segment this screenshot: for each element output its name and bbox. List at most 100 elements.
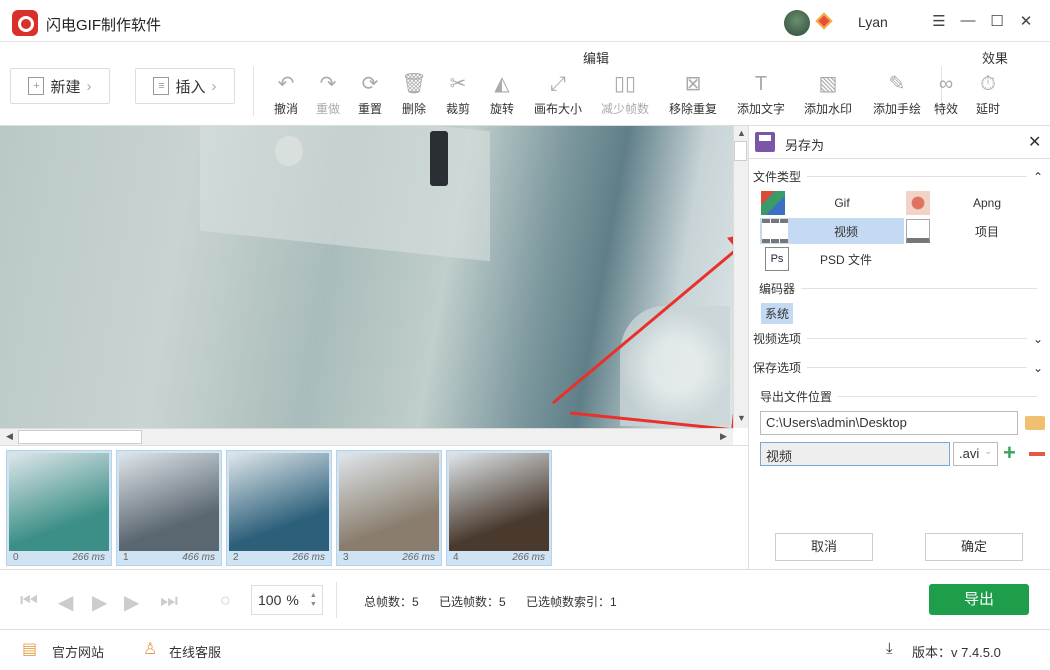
scroll-thumb[interactable] xyxy=(734,141,747,161)
tool-icon: ⊠ xyxy=(665,70,721,100)
effect-button[interactable]: ⏱延时 xyxy=(970,70,1006,117)
section-export-location: 导出文件位置 xyxy=(760,388,1043,405)
type-video[interactable]: 视频 xyxy=(760,218,904,244)
divider xyxy=(253,66,254,116)
minimize-button[interactable]: — xyxy=(958,12,978,29)
file-type-label: 文件类型 xyxy=(753,168,801,185)
maximize-button[interactable]: ☐ xyxy=(987,12,1007,30)
type-apng[interactable]: Apng xyxy=(894,190,1044,216)
panel-close-button[interactable]: ✕ xyxy=(1028,132,1041,152)
section-file-type[interactable]: 文件类型 ⌃ xyxy=(753,168,1043,185)
tool-label: 画布大小 xyxy=(530,100,586,117)
scroll-thumb[interactable] xyxy=(18,430,142,444)
support-link[interactable]: 在线客服 xyxy=(169,642,221,661)
filename-input[interactable]: 视频 xyxy=(760,442,950,466)
frame-image xyxy=(9,453,109,551)
support-icon: ♙ xyxy=(143,639,157,659)
last-frame-icon[interactable]: ⏭ xyxy=(160,590,178,613)
vertical-scrollbar[interactable]: ▲ ▼ xyxy=(733,126,748,428)
extension-value: .avi xyxy=(959,446,979,462)
tool-button[interactable]: T添加文字 xyxy=(733,70,789,117)
insert-label: 插入 xyxy=(175,76,205,97)
frame-thumbnail[interactable]: 3 266 ms xyxy=(336,450,442,566)
frame-duration: 266 ms xyxy=(402,552,435,563)
type-gif[interactable]: Gif xyxy=(749,190,899,216)
frame-index: 2 xyxy=(233,552,239,563)
previous-frame-icon[interactable]: ◀ xyxy=(58,590,73,615)
export-button[interactable]: 导出 xyxy=(929,584,1029,615)
effect-icon: ⏱ xyxy=(970,70,1006,100)
effect-button[interactable]: ∞特效 xyxy=(928,70,964,117)
folder-icon[interactable] xyxy=(1025,416,1045,430)
canvas-preview[interactable] xyxy=(0,126,733,428)
extension-select[interactable]: .avi⌄ xyxy=(953,442,998,466)
username[interactable]: Lyan xyxy=(858,14,888,30)
chevron-down-icon[interactable]: ⌄ xyxy=(1033,361,1043,375)
next-frame-icon[interactable]: ▶ xyxy=(124,590,139,615)
selected-index: 已选帧数索引：1 xyxy=(526,593,617,610)
gif-icon xyxy=(761,191,785,215)
add-icon[interactable]: + xyxy=(1003,440,1016,466)
cancel-button[interactable]: 取消 xyxy=(775,533,873,561)
frame-thumbnail[interactable]: 2266 ms xyxy=(226,450,332,566)
frame-thumbnail[interactable]: 4266 ms xyxy=(446,450,552,566)
frame-image xyxy=(339,453,439,551)
menu-icon[interactable]: ☰ xyxy=(929,12,949,30)
section-save-options[interactable]: 保存选项⌄ xyxy=(753,359,1043,376)
film-icon xyxy=(762,219,788,243)
tool-label: 移除重复 xyxy=(665,100,721,117)
scroll-down-icon[interactable]: ▼ xyxy=(734,411,749,426)
frame-duration: 266 ms xyxy=(72,552,105,563)
ok-button[interactable]: 确定 xyxy=(925,533,1023,561)
tool-button[interactable]: ⊠移除重复 xyxy=(665,70,721,117)
frame-strip: 0 266 ms 1466 ms2266 ms 3 266 ms 4266 ms xyxy=(0,445,748,568)
tool-button[interactable]: ◭旋转 xyxy=(474,70,530,117)
encoder-label: 编码器 xyxy=(759,280,795,297)
frame-index: 0 xyxy=(13,552,19,563)
tool-icon: ⤢ xyxy=(530,70,586,100)
type-psd[interactable]: PsPSD 文件 xyxy=(753,246,903,272)
path-input[interactable]: C:\Users\admin\Desktop xyxy=(760,411,1018,435)
website-link[interactable]: 官方网站 xyxy=(52,642,104,661)
tool-button[interactable]: ▧添加水印 xyxy=(800,70,856,117)
tool-button[interactable]: ✎添加手绘 xyxy=(869,70,925,117)
frame-thumbnail[interactable]: 0 266 ms xyxy=(6,450,112,566)
section-video-options[interactable]: 视频选项⌄ xyxy=(753,330,1043,347)
playback-bar: ⏮ ◀ ▶ ▶ ⏭ ○ 100%▲▼ 总帧数：5 已选帧数：5 已选帧数索引：1… xyxy=(0,569,1050,630)
tool-button[interactable]: ▯▯减少帧数 xyxy=(597,70,653,117)
avatar[interactable] xyxy=(784,10,810,36)
chevron-up-icon[interactable]: ⌃ xyxy=(1033,170,1043,184)
play-icon[interactable]: ▶ xyxy=(92,590,107,615)
frame-thumbnail[interactable]: 1466 ms xyxy=(116,450,222,566)
tool-button[interactable]: ⤢画布大小 xyxy=(530,70,586,117)
export-location-label: 导出文件位置 xyxy=(760,388,832,405)
tool-label: 减少帧数 xyxy=(597,100,653,117)
scroll-right-icon[interactable]: ▶ xyxy=(716,429,731,444)
first-frame-icon[interactable]: ⏮ xyxy=(20,590,38,613)
scroll-up-icon[interactable]: ▲ xyxy=(734,126,749,141)
effect-icon: ∞ xyxy=(928,70,964,100)
new-button[interactable]: +新建› xyxy=(10,68,110,104)
chevron-down-icon[interactable]: ⌄ xyxy=(1033,332,1043,346)
save-as-panel: 另存为 ✕ 文件类型⌃ Gif Apng 视频 项目 PsPSD 文件 编码器 … xyxy=(748,126,1050,569)
remove-icon[interactable] xyxy=(1029,452,1045,456)
effect-label: 延时 xyxy=(970,100,1006,117)
scroll-left-icon[interactable]: ◀ xyxy=(2,429,17,444)
tool-icon: ◭ xyxy=(474,70,530,100)
zoom-input[interactable]: 100% ▲▼ xyxy=(251,585,323,615)
download-icon[interactable]: ⤓ xyxy=(886,640,893,657)
zoom-stepper[interactable]: ▲▼ xyxy=(310,591,317,609)
zoom-value: 100 xyxy=(258,592,281,608)
encoder-system-option[interactable]: 系统 xyxy=(761,303,793,324)
panel-title: 另存为 xyxy=(785,135,824,154)
app-logo-icon xyxy=(12,10,38,36)
frame-image xyxy=(449,453,549,551)
close-button[interactable]: ✕ xyxy=(1016,12,1036,30)
horizontal-scrollbar[interactable]: ◀ ▶ xyxy=(0,428,733,445)
save-icon xyxy=(755,132,775,152)
insert-button[interactable]: ≡插入› xyxy=(135,68,235,104)
zoom-unit: % xyxy=(286,592,298,608)
tool-label: 添加水印 xyxy=(800,100,856,117)
frame-index: 3 xyxy=(343,552,349,563)
type-project[interactable]: 项目 xyxy=(894,218,1044,244)
